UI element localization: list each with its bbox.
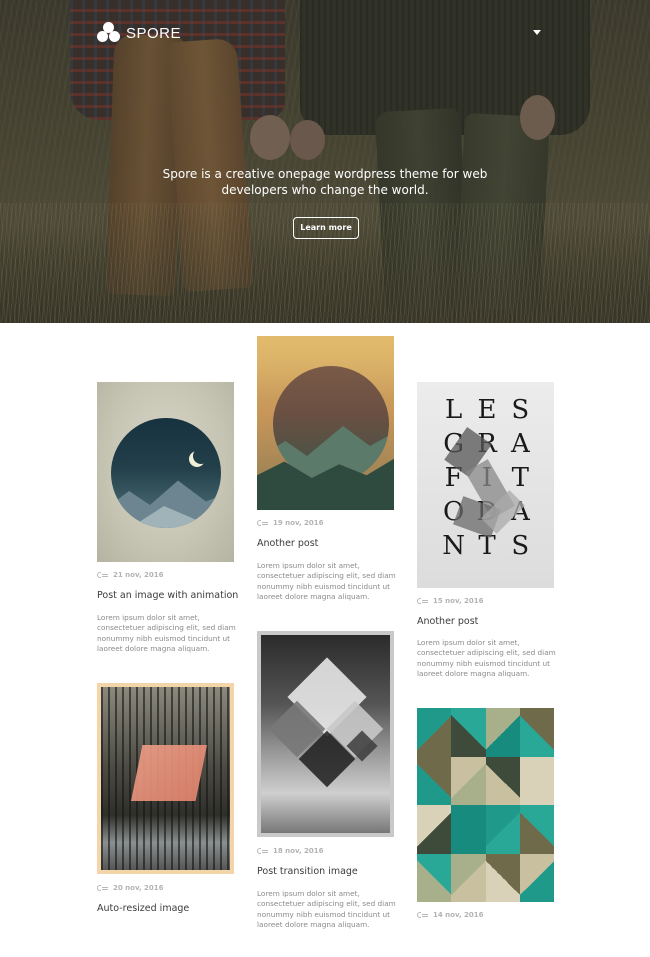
post-title[interactable]: Post transition image — [257, 866, 358, 877]
mosaic-tile — [485, 756, 520, 805]
mosaic-tile — [519, 805, 554, 854]
post-date: 15 nov, 2016 — [433, 597, 484, 605]
post-meta: 18 nov, 2016 — [257, 847, 324, 855]
post-title[interactable]: Auto-resized image — [97, 903, 189, 914]
post-thumbnail[interactable] — [97, 382, 234, 562]
mosaic-tile — [485, 708, 520, 757]
mosaic-tile — [485, 805, 520, 854]
mosaic-tile — [451, 708, 486, 757]
artwork-letter: S — [511, 395, 530, 425]
post-thumbnail[interactable] — [257, 631, 394, 837]
artwork-letter: E — [477, 395, 497, 425]
spore-logo-icon — [96, 22, 122, 44]
mosaic-tile — [519, 708, 554, 757]
post-excerpt: Lorem ipsum dolor sit amet, consectetuer… — [417, 638, 556, 678]
post-meta: 15 nov, 2016 — [417, 597, 484, 605]
post-date: 21 nov, 2016 — [113, 571, 164, 579]
mosaic-tile — [417, 853, 452, 902]
post-date: 19 nov, 2016 — [273, 519, 324, 527]
mosaic-tile — [451, 853, 486, 902]
hero-section: SPORE Spore is a creative onepage wordpr… — [0, 0, 650, 323]
mosaic-tile — [519, 853, 554, 902]
hero-tagline: Spore is a creative onepage wordpress th… — [162, 167, 488, 197]
mosaic-tile — [417, 805, 452, 854]
mosaic-tile — [451, 805, 486, 854]
forest-artwork — [101, 687, 230, 870]
mosaic-tile — [417, 708, 452, 757]
date-lines-icon — [257, 520, 268, 526]
post-excerpt: Lorem ipsum dolor sit amet, consectetuer… — [97, 613, 236, 653]
hero-overlay — [0, 0, 650, 323]
post-meta: 14 nov, 2016 — [417, 911, 484, 919]
artwork-letter: N — [442, 531, 466, 561]
brand-name: SPORE — [126, 24, 182, 42]
artwork-letter: L — [445, 395, 463, 425]
learn-more-button[interactable]: Learn more — [293, 217, 359, 239]
post-title[interactable]: Post an image with animation — [97, 590, 238, 601]
post-date: 14 nov, 2016 — [433, 911, 484, 919]
date-lines-icon — [257, 848, 268, 854]
post-excerpt: Lorem ipsum dolor sit amet, consectetuer… — [257, 889, 396, 929]
post-meta: 21 nov, 2016 — [97, 571, 164, 579]
post-thumbnail[interactable] — [97, 683, 234, 874]
mosaic-tile — [485, 853, 520, 902]
date-lines-icon — [417, 598, 428, 604]
mosaic-tile — [451, 756, 486, 805]
post-date: 20 nov, 2016 — [113, 884, 164, 892]
chevron-down-icon[interactable] — [533, 30, 541, 35]
mountain-artwork — [273, 366, 389, 482]
post-title[interactable]: Another post — [257, 538, 318, 549]
geometric-artwork — [261, 635, 390, 833]
moon-artwork — [111, 418, 221, 528]
date-lines-icon — [97, 572, 108, 578]
brand-logo[interactable]: SPORE — [96, 22, 181, 44]
artwork-letter: S — [511, 531, 530, 561]
post-thumbnail[interactable]: LESGRAFITODANTS — [417, 382, 554, 588]
mosaic-tile — [519, 756, 554, 805]
post-thumbnail[interactable] — [257, 336, 394, 510]
post-meta: 19 nov, 2016 — [257, 519, 324, 527]
moon-icon — [193, 448, 209, 464]
post-date: 18 nov, 2016 — [273, 847, 324, 855]
post-excerpt: Lorem ipsum dolor sit amet, consectetuer… — [257, 561, 396, 601]
post-thumbnail[interactable] — [417, 708, 554, 902]
date-lines-icon — [417, 912, 428, 918]
artwork-letter: T — [511, 463, 529, 493]
post-meta: 20 nov, 2016 — [97, 884, 164, 892]
post-title[interactable]: Another post — [417, 616, 478, 627]
mosaic-tile — [417, 756, 452, 805]
date-lines-icon — [97, 885, 108, 891]
artwork-letter: A — [510, 429, 530, 459]
